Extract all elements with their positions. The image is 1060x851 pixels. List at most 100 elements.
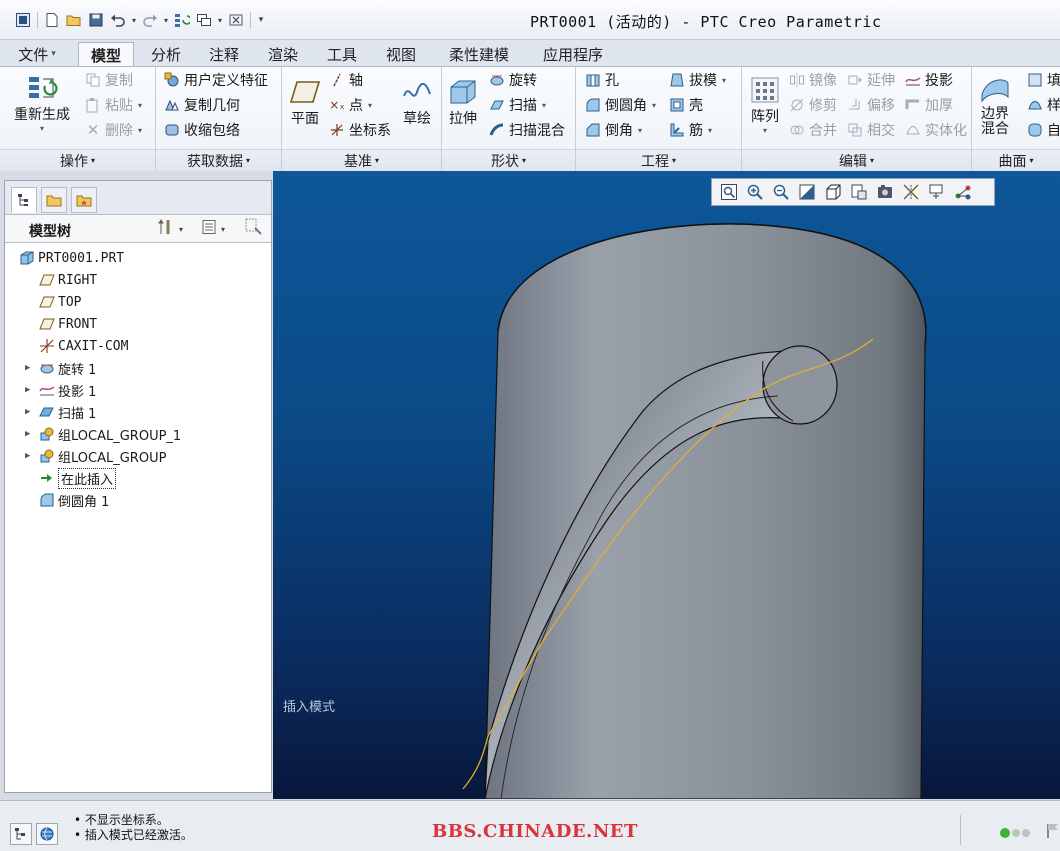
- tree-item[interactable]: 在此插入: [5, 467, 271, 489]
- refit-icon[interactable]: [716, 180, 742, 204]
- expand-arrow-icon[interactable]: ▶: [25, 429, 30, 439]
- group-datum-title[interactable]: 基准 ▾: [282, 149, 441, 171]
- annotation-display-icon[interactable]: [924, 180, 950, 204]
- zoom-in-icon[interactable]: [742, 180, 768, 204]
- thicken-button[interactable]: 加厚: [904, 94, 953, 116]
- pattern-button[interactable]: 阵列 ▾: [748, 73, 782, 135]
- extend-button[interactable]: 延伸: [846, 69, 895, 91]
- regenerate-button[interactable]: 重新生成 ▾: [14, 71, 70, 133]
- tab-model-tree[interactable]: [11, 187, 37, 213]
- group-engineering-title[interactable]: 工程 ▾: [576, 149, 741, 171]
- offset-button[interactable]: 偏移: [846, 94, 895, 116]
- tab-flexible-modeling[interactable]: 柔性建模: [436, 42, 522, 66]
- extrude-button[interactable]: 拉伸: [446, 75, 480, 127]
- undo-dropdown-icon[interactable]: ▾: [129, 9, 139, 31]
- tab-folder-browser[interactable]: [41, 187, 67, 213]
- app-menu-icon[interactable]: [12, 9, 34, 31]
- plane-button[interactable]: 平面: [288, 75, 322, 127]
- tab-file[interactable]: 文件 ▾: [8, 42, 66, 66]
- expand-arrow-icon[interactable]: ▶: [25, 407, 30, 417]
- tree-item[interactable]: CAXIT-COM: [5, 335, 271, 357]
- filter-button[interactable]: [245, 218, 263, 239]
- copy-geometry-button[interactable]: 复制几何: [163, 94, 240, 116]
- udf-button[interactable]: 用户定义特征: [163, 69, 268, 91]
- expand-arrow-icon[interactable]: ▶: [25, 363, 30, 373]
- windows-icon[interactable]: [193, 9, 215, 31]
- tab-tools[interactable]: 工具: [314, 42, 370, 66]
- expand-arrow-icon[interactable]: ▶: [25, 385, 30, 395]
- axis-button[interactable]: 轴: [328, 69, 363, 91]
- new-file-icon[interactable]: [41, 9, 63, 31]
- shell-button[interactable]: 壳: [668, 94, 703, 116]
- saved-views-icon[interactable]: [846, 180, 872, 204]
- freestyle-button[interactable]: 自: [1026, 119, 1060, 141]
- merge-button[interactable]: 合并: [788, 119, 837, 141]
- sweep-button[interactable]: 扫描 ▾: [488, 94, 546, 116]
- sketch-button[interactable]: 草绘: [400, 75, 434, 127]
- group-surfaces-title[interactable]: 曲面 ▾: [972, 149, 1060, 171]
- tree-settings-button[interactable]: ▾: [157, 219, 183, 239]
- paste-button[interactable]: 粘贴 ▾: [84, 94, 142, 116]
- tree-item[interactable]: RIGHT: [5, 269, 271, 291]
- tab-analysis[interactable]: 分析: [138, 42, 194, 66]
- intersect-button[interactable]: 相交: [846, 119, 895, 141]
- point-button[interactable]: ×ₓ 点 ▾: [328, 94, 372, 116]
- tree-item[interactable]: ▶ 组LOCAL_GROUP_1: [5, 423, 271, 445]
- delete-button[interactable]: ✕ 删除 ▾: [84, 119, 142, 141]
- chamfer-button[interactable]: 倒角 ▾: [584, 119, 642, 141]
- tree-item[interactable]: ▶ 投影 1: [5, 379, 271, 401]
- tab-render[interactable]: 渲染: [255, 42, 311, 66]
- datum-display-icon[interactable]: [898, 180, 924, 204]
- save-icon[interactable]: [85, 9, 107, 31]
- group-operations-title[interactable]: 操作 ▾: [0, 149, 155, 171]
- undo-icon[interactable]: [107, 9, 129, 31]
- draft-button[interactable]: 拔模 ▾: [668, 69, 726, 91]
- swept-blend-button[interactable]: 扫描混合: [488, 119, 565, 141]
- copy-button[interactable]: 复制: [84, 69, 133, 91]
- display-style-icon[interactable]: [820, 180, 846, 204]
- redo-dropdown-icon[interactable]: ▾: [161, 9, 171, 31]
- open-folder-icon[interactable]: [63, 9, 85, 31]
- toggle-navigator-button[interactable]: [10, 823, 32, 845]
- project-button[interactable]: 投影: [904, 69, 953, 91]
- mirror-button[interactable]: 镜像: [788, 69, 837, 91]
- round-button[interactable]: 倒圆角 ▾: [584, 94, 656, 116]
- fill-button[interactable]: 填: [1026, 69, 1060, 91]
- zoom-out-icon[interactable]: [768, 180, 794, 204]
- group-shapes-title[interactable]: 形状 ▾: [442, 149, 575, 171]
- view-manager-icon[interactable]: [872, 180, 898, 204]
- group-editing-title[interactable]: 编辑 ▾: [742, 149, 971, 171]
- windows-dropdown-icon[interactable]: ▾: [215, 9, 225, 31]
- tab-model[interactable]: 模型: [78, 42, 134, 67]
- graphics-window[interactable]: 插入模式: [273, 171, 1060, 799]
- tab-applications[interactable]: 应用程序: [530, 42, 616, 66]
- toggle-browser-button[interactable]: [36, 823, 58, 845]
- group-get-data-title[interactable]: 获取数据 ▾: [156, 149, 281, 171]
- tab-annotate[interactable]: 注释: [196, 42, 252, 66]
- tree-item[interactable]: ▶ 组LOCAL_GROUP: [5, 445, 271, 467]
- tree-item[interactable]: PRT0001.PRT: [5, 247, 271, 269]
- tree-item[interactable]: FRONT: [5, 313, 271, 335]
- style-button[interactable]: 样: [1026, 94, 1060, 116]
- rib-button[interactable]: 筋 ▾: [668, 119, 712, 141]
- revolve-button[interactable]: 旋转: [488, 69, 537, 91]
- csys-button[interactable]: 坐标系: [328, 119, 391, 141]
- close-window-icon[interactable]: [225, 9, 247, 31]
- tree-item[interactable]: ▶ 扫描 1: [5, 401, 271, 423]
- repaint-icon[interactable]: [794, 180, 820, 204]
- tree-item[interactable]: TOP: [5, 291, 271, 313]
- shrinkwrap-button[interactable]: 收缩包络: [163, 119, 240, 141]
- tab-favorites[interactable]: [71, 187, 97, 213]
- expand-arrow-icon[interactable]: ▶: [25, 451, 30, 461]
- spin-center-icon[interactable]: [950, 180, 976, 204]
- status-indicator[interactable]: [1000, 823, 1060, 843]
- solidify-button[interactable]: 实体化: [904, 119, 967, 141]
- tab-view[interactable]: 视图: [373, 42, 429, 66]
- tree-item[interactable]: 倒圆角 1: [5, 489, 271, 511]
- redo-icon[interactable]: [139, 9, 161, 31]
- regenerate-small-icon[interactable]: [171, 9, 193, 31]
- customize-qat-icon[interactable]: ▾: [254, 9, 268, 31]
- trim-button[interactable]: 修剪: [788, 94, 837, 116]
- hole-button[interactable]: 孔: [584, 69, 619, 91]
- tree-item[interactable]: ▶ 旋转 1: [5, 357, 271, 379]
